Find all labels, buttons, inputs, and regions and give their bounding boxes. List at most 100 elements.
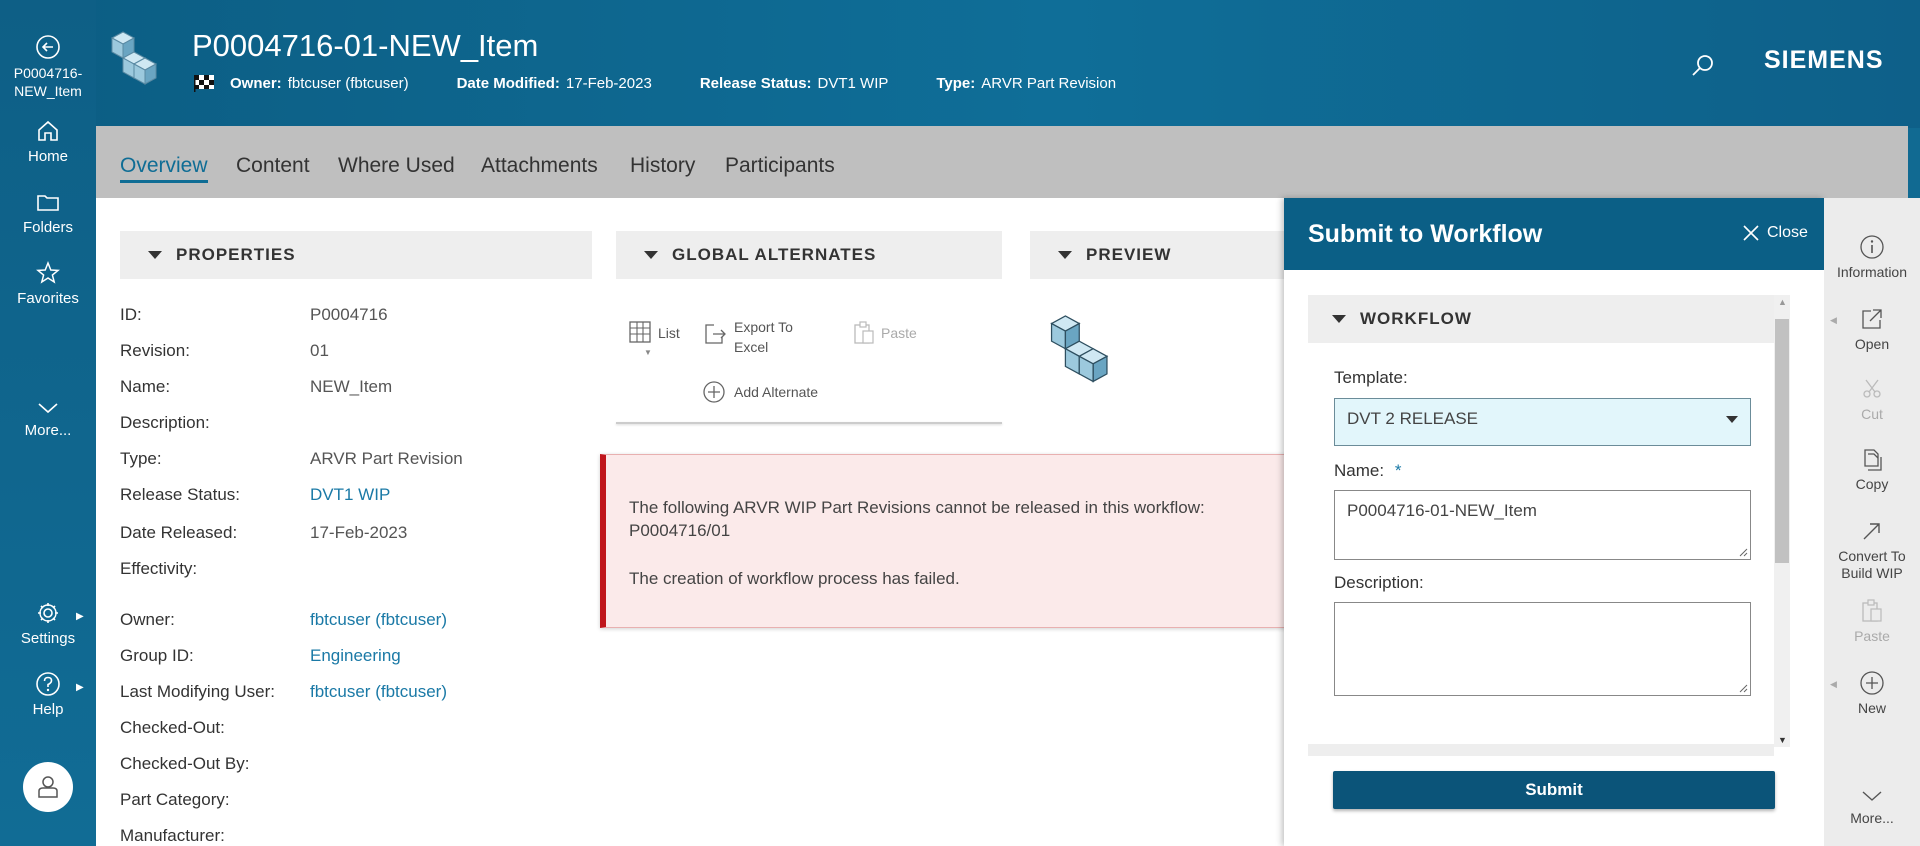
item-cubes-icon: [110, 31, 158, 85]
back-arrow-icon: [36, 35, 60, 59]
tab-participants[interactable]: Participants: [725, 154, 835, 178]
export-to-excel-button[interactable]: Export To Excel: [702, 317, 793, 357]
tab-attachments[interactable]: Attachments: [481, 154, 598, 178]
property-row: ID: P0004716: [120, 305, 590, 327]
alternates-divider: [616, 422, 1002, 424]
submit-button[interactable]: Submit: [1333, 771, 1775, 809]
nav-back-button[interactable]: P0004716- NEW_Item: [0, 34, 96, 100]
scroll-up-icon[interactable]: ▲: [1778, 297, 1787, 307]
resize-grip-icon[interactable]: [1738, 683, 1748, 693]
property-key: Checked-Out By:: [120, 754, 250, 773]
property-row: Checked-Out:: [120, 718, 590, 740]
open-label: Open: [1854, 336, 1890, 352]
information-label: Information: [1836, 264, 1908, 280]
property-key: Description:: [120, 413, 210, 432]
workflow-scrollbar[interactable]: ▲ ▼: [1774, 295, 1790, 747]
property-value: P0004716: [310, 305, 388, 324]
property-row: Release Status: DVT1 WIP: [120, 485, 590, 507]
tab-history[interactable]: History: [630, 154, 695, 178]
property-link[interactable]: fbtcuser (fbtcuser): [310, 682, 447, 702]
toolbar-more-label: More...: [1850, 810, 1894, 826]
release-status-value: DVT1 WIP: [817, 74, 889, 92]
tab-where-used[interactable]: Where Used: [338, 154, 455, 178]
nav-favorites[interactable]: Favorites: [0, 260, 96, 308]
properties-header[interactable]: PROPERTIES: [120, 231, 592, 279]
tab-overview[interactable]: Overview: [120, 154, 208, 183]
owner-value: fbtcuser (fbtcuser): [287, 74, 409, 92]
preview-header[interactable]: PREVIEW: [1030, 231, 1284, 279]
resize-grip-icon[interactable]: [1738, 547, 1748, 557]
toolbar-more-button[interactable]: More...: [1824, 786, 1920, 827]
info-icon: [1860, 235, 1884, 259]
global-alternates-header[interactable]: GLOBAL ALTERNATES: [616, 231, 1002, 279]
property-key: Revision:: [120, 341, 190, 360]
nav-folders[interactable]: Folders: [0, 189, 96, 237]
close-label: Close: [1767, 224, 1808, 241]
chevron-down-icon: [38, 403, 58, 414]
alternates-paste-button[interactable]: Paste: [851, 320, 917, 346]
error-line-2: P0004716/01: [629, 521, 731, 540]
export-icon: [705, 324, 726, 344]
property-row: Owner: fbtcuser (fbtcuser): [120, 610, 590, 632]
property-key: Manufacturer:: [120, 826, 225, 845]
search-icon[interactable]: [1690, 52, 1716, 78]
nav-folders-label: Folders: [22, 219, 74, 236]
description-field[interactable]: [1334, 602, 1751, 696]
property-link[interactable]: fbtcuser (fbtcuser): [310, 610, 447, 630]
paste-icon: [1862, 599, 1882, 622]
close-icon: [1743, 225, 1759, 241]
property-value: NEW_Item: [310, 377, 393, 396]
nav-back-label-2: NEW_Item: [14, 83, 82, 99]
folder-icon: [37, 195, 59, 211]
property-row: Last Modifying User: fbtcuser (fbtcuser): [120, 682, 590, 704]
scrollbar-thumb[interactable]: [1775, 319, 1789, 563]
user-avatar-button[interactable]: [23, 762, 73, 812]
nav-help[interactable]: Help ▶: [0, 671, 96, 719]
template-value: DVT 2 RELEASE: [1347, 409, 1479, 428]
open-button[interactable]: Open ◀: [1824, 306, 1920, 353]
list-view-button[interactable]: List ▼: [628, 320, 680, 357]
required-asterisk: *: [1394, 461, 1402, 480]
workflow-section-header[interactable]: WORKFLOW: [1308, 295, 1774, 343]
nav-settings[interactable]: Settings ▶: [0, 600, 96, 648]
chevron-right-icon: ▶: [76, 682, 84, 693]
export-label-2: Excel: [734, 339, 769, 355]
property-key: Release Status:: [120, 485, 241, 504]
scissors-icon: [1863, 379, 1881, 398]
scroll-down-icon[interactable]: ▼: [1778, 735, 1787, 745]
new-button[interactable]: New ◀: [1824, 670, 1920, 717]
property-row: Checked-Out By:: [120, 754, 590, 776]
cut-button[interactable]: Cut: [1824, 376, 1920, 423]
tab-bar: Overview Content Where Used Attachments …: [96, 126, 1908, 198]
convert-to-build-wip-button[interactable]: Convert To Build WIP: [1824, 518, 1920, 582]
property-value: 01: [310, 341, 329, 360]
property-link[interactable]: Engineering: [310, 646, 401, 666]
tab-content[interactable]: Content: [236, 154, 310, 178]
global-alternates-title: GLOBAL ALTERNATES: [672, 245, 877, 264]
property-row: Manufacturer:: [120, 826, 590, 846]
property-key: ID:: [120, 305, 142, 324]
add-alternate-button[interactable]: Add Alternate: [702, 380, 818, 404]
property-row: Effectivity:: [120, 559, 590, 581]
property-key: Part Category:: [120, 790, 230, 809]
property-row: Date Released: 17-Feb-2023: [120, 523, 590, 545]
nav-more[interactable]: More...: [0, 398, 96, 440]
plus-circle-icon: [703, 381, 725, 403]
nav-more-label: More...: [24, 422, 72, 439]
workflow-panel-header: Submit to Workflow Close: [1284, 198, 1824, 270]
toolbar-paste-button[interactable]: Paste: [1824, 598, 1920, 645]
copy-button[interactable]: Copy: [1824, 446, 1920, 493]
dropdown-caret-icon: [1726, 416, 1738, 423]
template-select[interactable]: DVT 2 RELEASE: [1334, 398, 1751, 446]
close-button[interactable]: Close: [1742, 224, 1808, 242]
name-field[interactable]: P0004716-01-NEW_Item: [1334, 490, 1751, 560]
description-label: Description:: [1334, 573, 1424, 592]
information-button[interactable]: Information: [1824, 234, 1920, 281]
export-label-1: Export To: [734, 319, 793, 335]
property-link[interactable]: DVT1 WIP: [310, 485, 390, 505]
name-label-text: Name:: [1334, 461, 1385, 480]
chevron-down-icon: [1862, 791, 1882, 801]
nav-home[interactable]: Home: [0, 118, 96, 166]
siemens-logo: SIEMENS: [1764, 46, 1884, 74]
property-key: Last Modifying User:: [120, 682, 275, 701]
